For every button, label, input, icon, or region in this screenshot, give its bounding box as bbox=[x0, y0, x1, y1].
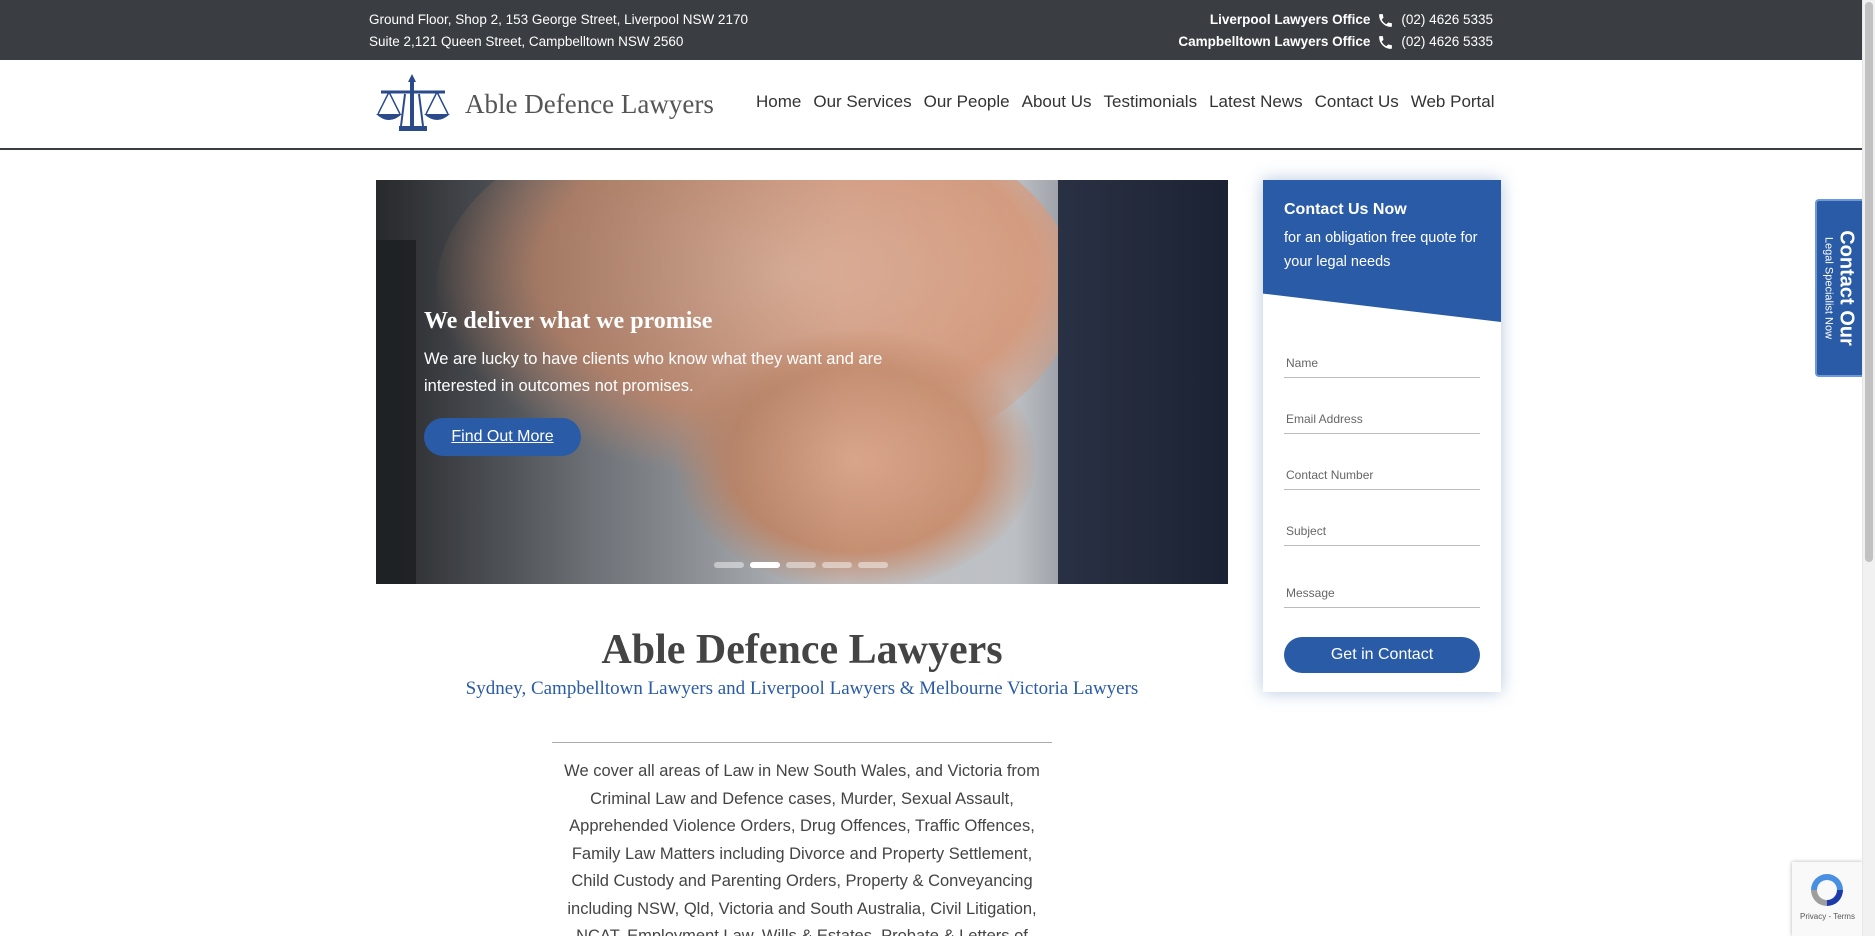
slider-dot[interactable] bbox=[714, 562, 744, 568]
nav-our-services[interactable]: Our Services bbox=[813, 92, 911, 112]
site-logo[interactable]: Able Defence Lawyers bbox=[375, 74, 714, 134]
find-out-more-button[interactable]: Find Out More bbox=[424, 418, 581, 456]
slider-dot[interactable] bbox=[858, 562, 888, 568]
phone-row-campbelltown: Campbelltown Lawyers Office (02) 4626 53… bbox=[1178, 31, 1493, 53]
contact-form-subheading: for an obligation free quote for your le… bbox=[1284, 230, 1478, 270]
recaptcha-icon bbox=[1811, 874, 1843, 906]
hero-title: We deliver what we promise bbox=[424, 308, 713, 334]
office-label-liverpool: Liverpool Lawyers Office bbox=[1209, 12, 1371, 27]
side-tab-line2: Legal Specialist Now bbox=[1822, 236, 1834, 340]
nav-web-portal[interactable]: Web Portal bbox=[1411, 92, 1495, 112]
nav-contact-us[interactable]: Contact Us bbox=[1315, 92, 1399, 112]
office-label-campbelltown: Campbelltown Lawyers Office bbox=[1178, 34, 1371, 49]
address-liverpool: Ground Floor, Shop 2, 153 George Street,… bbox=[369, 12, 748, 27]
slider-dots bbox=[714, 562, 888, 568]
office-phones: Liverpool Lawyers Office (02) 4626 5335 … bbox=[1178, 9, 1493, 53]
name-field[interactable]: Name bbox=[1284, 342, 1480, 378]
contact-form-card: Contact Us Now for an obligation free qu… bbox=[1263, 180, 1501, 692]
message-field[interactable]: Message bbox=[1284, 572, 1480, 608]
email-field[interactable]: Email Address bbox=[1284, 398, 1480, 434]
side-tab-line1: Contact Our bbox=[1835, 230, 1857, 346]
scales-of-justice-icon bbox=[376, 74, 450, 131]
page-subtitle: Sydney, Campbelltown Lawyers and Liverpo… bbox=[465, 678, 1139, 699]
divider bbox=[552, 742, 1052, 743]
nav-testimonials[interactable]: Testimonials bbox=[1104, 92, 1198, 112]
address-campbelltown: Suite 2,121 Queen Street, Campbelltown N… bbox=[369, 34, 684, 49]
contact-number-field[interactable]: Contact Number bbox=[1284, 454, 1480, 490]
get-in-contact-button[interactable]: Get in Contact bbox=[1284, 637, 1480, 673]
phone-link-campbelltown[interactable]: (02) 4626 5335 bbox=[1401, 31, 1493, 53]
site-header: Able Defence Lawyers Home Our Services O… bbox=[0, 60, 1862, 150]
top-info-bar: Ground Floor, Shop 2, 153 George Street,… bbox=[0, 0, 1862, 60]
page-scrollbar[interactable] bbox=[1862, 0, 1875, 936]
contact-form-header: Contact Us Now for an obligation free qu… bbox=[1263, 180, 1501, 322]
side-tab-text: Contact Our Legal Specialist Now bbox=[1822, 230, 1857, 346]
hero-text: We are lucky to have clients who know wh… bbox=[424, 350, 883, 395]
nav-our-people[interactable]: Our People bbox=[924, 92, 1010, 112]
recaptcha-links[interactable]: Privacy - Terms bbox=[1800, 912, 1855, 921]
intro-text: We cover all areas of Law in New South W… bbox=[564, 762, 1040, 936]
nav-home[interactable]: Home bbox=[756, 92, 801, 112]
page-title: Able Defence Lawyers bbox=[601, 627, 1003, 673]
nav-about-us[interactable]: About Us bbox=[1022, 92, 1092, 112]
hero-slider[interactable]: We deliver what we promise We are lucky … bbox=[376, 180, 1228, 584]
slider-dot[interactable] bbox=[786, 562, 816, 568]
slider-dot-active[interactable] bbox=[750, 562, 780, 568]
slider-dot[interactable] bbox=[822, 562, 852, 568]
subject-field[interactable]: Subject bbox=[1284, 510, 1480, 546]
logo-text: Able Defence Lawyers bbox=[465, 88, 714, 119]
phone-link-liverpool[interactable]: (02) 4626 5335 bbox=[1401, 9, 1493, 31]
scrollbar-thumb[interactable] bbox=[1865, 2, 1873, 562]
recaptcha-badge[interactable]: Privacy - Terms bbox=[1792, 862, 1862, 936]
office-addresses: Ground Floor, Shop 2, 153 George Street,… bbox=[369, 9, 748, 53]
main-nav: Home Our Services Our People About Us Te… bbox=[756, 92, 1495, 112]
side-contact-tab[interactable]: Contact Our Legal Specialist Now bbox=[1815, 199, 1862, 377]
phone-icon bbox=[1379, 13, 1393, 27]
phone-row-liverpool: Liverpool Lawyers Office (02) 4626 5335 bbox=[1178, 9, 1493, 31]
nav-latest-news[interactable]: Latest News bbox=[1209, 92, 1303, 112]
contact-form-heading: Contact Us Now bbox=[1284, 201, 1407, 218]
phone-icon bbox=[1379, 35, 1393, 49]
